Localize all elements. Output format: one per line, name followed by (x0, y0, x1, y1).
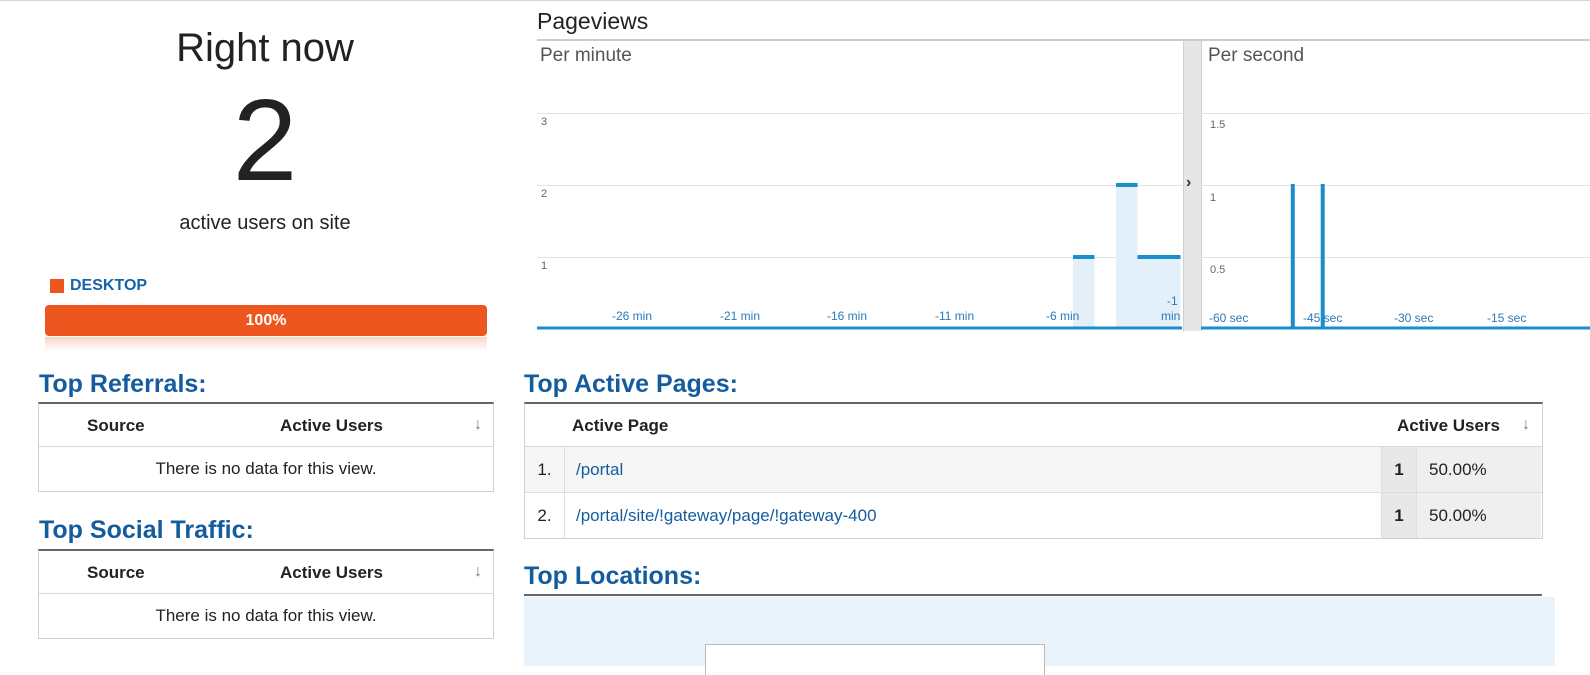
x-tick: -60 sec (1209, 311, 1249, 325)
empty-message: There is no data for this view. (155, 606, 377, 625)
chevron-right-icon[interactable]: › (1186, 174, 1191, 192)
row-number: 1. (525, 447, 565, 492)
x-tick: -45 sec (1303, 311, 1343, 325)
page-link[interactable]: /portal (576, 447, 623, 492)
row-count: 1 (1381, 493, 1416, 538)
x-tick: min (1161, 309, 1181, 323)
x-tick: -11 min (935, 309, 975, 323)
pageviews-rule (537, 39, 1590, 41)
table-header: Source Active Users ↓ (39, 404, 493, 447)
map-country-shape (705, 644, 1045, 675)
column-active-users[interactable]: Active Users (1397, 416, 1500, 436)
per-minute-chart[interactable] (537, 113, 1182, 331)
table-row: 1. /portal 1 50.00% (525, 447, 1542, 493)
per-minute-label: Per minute (540, 45, 632, 66)
table-header: Source Active Users ↓ (39, 551, 493, 594)
x-tick: -15 sec (1487, 311, 1527, 325)
arrow-down-icon[interactable]: ↓ (474, 563, 482, 581)
top-border (0, 0, 1590, 1)
arrow-down-icon[interactable]: ↓ (474, 416, 482, 434)
top-locations-title: Top Locations: (524, 562, 702, 590)
empty-message: There is no data for this view. (155, 459, 377, 478)
desktop-legend-label[interactable]: DESKTOP (70, 277, 147, 295)
spike-bar (1290, 184, 1295, 328)
column-active-users[interactable]: Active Users (280, 563, 383, 583)
x-tick: -16 min (827, 309, 868, 323)
x-tick: -21 min (720, 309, 761, 323)
column-active-page[interactable]: Active Page (572, 416, 668, 436)
row-percent: 50.00% (1416, 447, 1541, 492)
bar-top (1116, 183, 1138, 187)
right-now-title: Right now (176, 26, 354, 70)
bar-top (1137, 255, 1159, 259)
device-percentage-bar[interactable]: 100% (45, 305, 487, 336)
top-referrals-title: Top Referrals: (39, 370, 207, 398)
x-tick: -6 min (1046, 309, 1080, 323)
table-header: Active Page Active Users ↓ (525, 404, 1542, 447)
spike-bar (1320, 184, 1325, 328)
per-second-label: Per second (1208, 45, 1305, 66)
bar-top (1073, 255, 1095, 259)
top-referrals-table: Source Active Users ↓ There is no data f… (38, 402, 494, 492)
column-active-users[interactable]: Active Users (280, 416, 383, 436)
top-locations-rule (524, 594, 1542, 596)
per-second-chart[interactable] (1201, 113, 1590, 331)
column-source[interactable]: Source (87, 416, 145, 436)
device-bar-reflection (45, 337, 487, 351)
row-percent: 50.00% (1416, 493, 1541, 538)
pageviews-title: Pageviews (537, 8, 649, 34)
x-tick: -30 sec (1394, 311, 1434, 325)
arrow-down-icon[interactable]: ↓ (1522, 416, 1530, 434)
active-users-subtitle: active users on site (179, 212, 351, 234)
row-count: 1 (1381, 447, 1416, 492)
top-pages-title: Top Active Pages: (524, 370, 738, 398)
top-social-title: Top Social Traffic: (39, 516, 254, 544)
bar-fill (1137, 256, 1159, 328)
bar-top (1159, 255, 1181, 259)
top-social-table: Source Active Users ↓ There is no data f… (38, 549, 494, 639)
top-pages-table: Active Page Active Users ↓ 1. /portal 1 … (524, 402, 1543, 539)
x-tick: -26 min (612, 309, 653, 323)
row-number: 2. (525, 493, 565, 538)
x-tick: -1 (1167, 294, 1178, 308)
page-link[interactable]: /portal/site/!gateway/page/!gateway-400 (576, 493, 877, 538)
desktop-legend-swatch (50, 279, 64, 293)
table-row: 2. /portal/site/!gateway/page/!gateway-4… (525, 493, 1542, 538)
column-source[interactable]: Source (87, 563, 145, 583)
bar-fill (1116, 184, 1138, 328)
active-users-count: 2 (232, 75, 298, 205)
